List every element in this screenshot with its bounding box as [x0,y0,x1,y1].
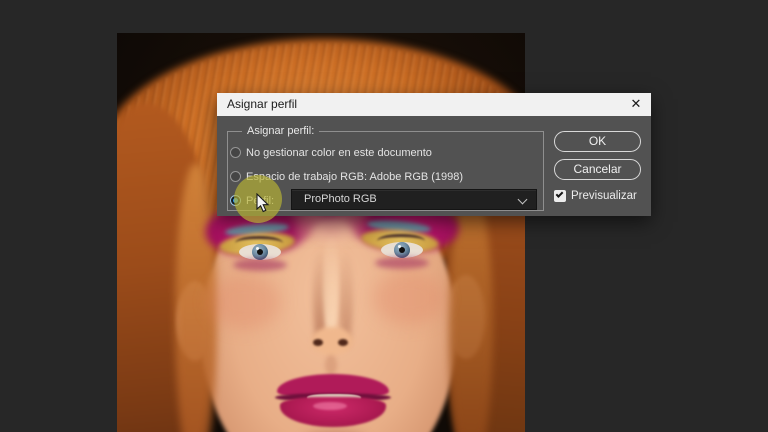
photoshop-workspace: Asignar perfil ✕ Asignar perfil: No gest… [0,0,768,432]
radio-unselected-icon[interactable] [230,147,241,158]
group-label: Asignar perfil: [242,124,320,138]
cheek-blush-left [209,275,281,329]
profile-dropdown[interactable]: ProPhoto RGB [291,189,537,210]
radio-unselected-icon[interactable] [230,171,241,182]
cheek-blush-right [373,271,445,325]
cancel-button[interactable]: Cancelar [554,159,641,180]
dialog-body: Asignar perfil: No gestionar color en es… [217,116,651,216]
philtrum-shadow [325,355,337,375]
preview-checkbox-label: Previsualizar [571,190,637,202]
assign-profile-dialog: Asignar perfil ✕ Asignar perfil: No gest… [217,93,651,216]
chevron-down-icon [517,194,528,205]
check-icon [555,190,564,198]
close-icon[interactable]: ✕ [621,93,651,116]
profile-dropdown-value: ProPhoto RGB [304,193,377,205]
right-undereye-shadow [375,257,429,269]
nostril-right [338,339,348,346]
left-undereye-shadow [233,259,287,271]
option-label: No gestionar color en este documento [246,147,432,159]
right-eyeliner [377,234,425,248]
mouse-cursor-icon [256,193,270,213]
left-eyeliner [235,236,283,250]
nose-bridge-highlight [323,233,339,338]
nostril-left [313,339,323,346]
lip-highlight [313,402,347,410]
option-label: Espacio de trabajo RGB: Adobe RGB (1998) [246,171,464,183]
ok-button[interactable]: OK [554,131,641,152]
preview-checkbox[interactable] [554,190,566,202]
dialog-titlebar[interactable]: Asignar perfil ✕ [217,93,651,116]
dialog-title: Asignar perfil [227,97,298,111]
